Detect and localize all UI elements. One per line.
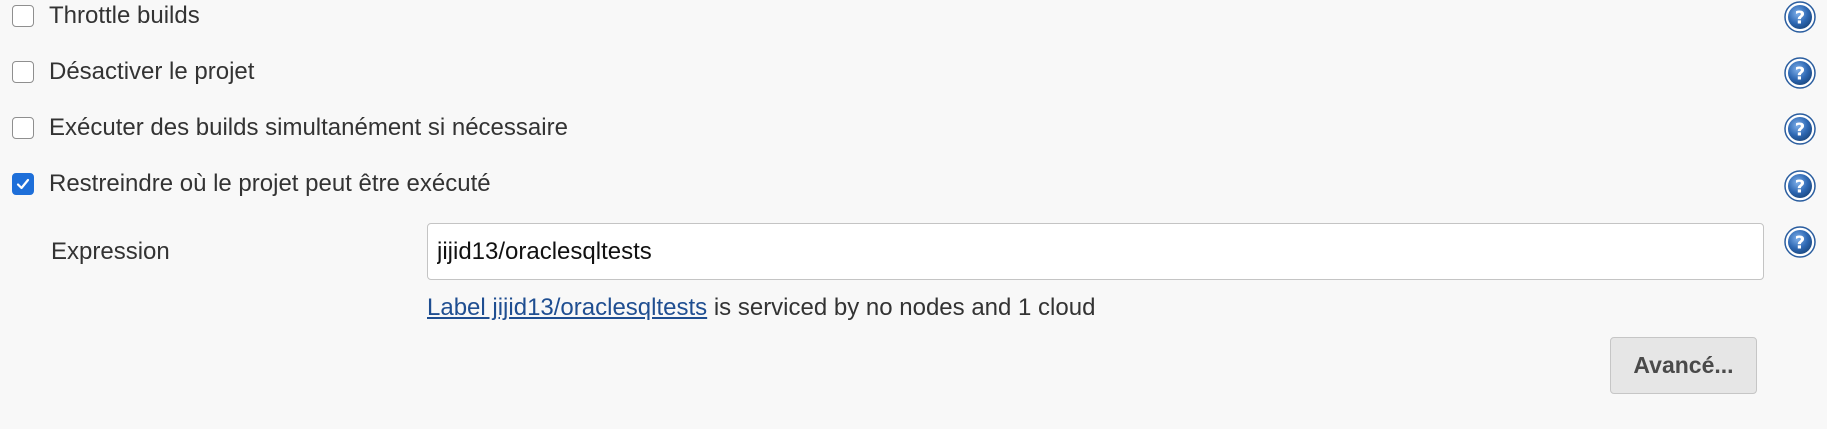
disable-project-label[interactable]: Désactiver le projet (49, 56, 254, 88)
advanced-button[interactable]: Avancé... (1610, 337, 1757, 394)
option-concurrent-builds: Exécuter des builds simultanément si néc… (0, 112, 1827, 152)
svg-text:?: ? (1795, 64, 1805, 85)
restrict-execution-checkbox[interactable] (12, 173, 34, 195)
label-link[interactable]: Label jijid13/oraclesqltests (427, 294, 707, 321)
throttle-builds-label[interactable]: Throttle builds (49, 0, 200, 32)
svg-text:?: ? (1795, 8, 1805, 29)
help-icon[interactable]: ? (1784, 57, 1816, 89)
option-disable-project: Désactiver le projet (0, 56, 1827, 96)
svg-text:?: ? (1795, 233, 1805, 254)
help-icon[interactable]: ? (1784, 226, 1816, 258)
disable-project-checkbox[interactable] (12, 61, 34, 83)
restrict-execution-label[interactable]: Restreindre où le projet peut être exécu… (49, 168, 491, 200)
throttle-builds-checkbox[interactable] (12, 5, 34, 27)
option-restrict-execution: Restreindre où le projet peut être exécu… (0, 168, 1827, 208)
svg-text:?: ? (1795, 120, 1805, 141)
help-icon[interactable]: ? (1784, 113, 1816, 145)
help-icon[interactable]: ? (1784, 170, 1816, 202)
label-status-message: Label jijid13/oraclesqltests is serviced… (427, 292, 1095, 324)
svg-text:?: ? (1795, 177, 1805, 198)
expression-input[interactable] (427, 223, 1764, 280)
expression-label: Expression (51, 238, 170, 265)
check-icon (16, 178, 30, 190)
concurrent-builds-label[interactable]: Exécuter des builds simultanément si néc… (49, 112, 568, 144)
help-icon[interactable]: ? (1784, 1, 1816, 33)
concurrent-builds-checkbox[interactable] (12, 117, 34, 139)
label-status-text: is serviced by no nodes and 1 cloud (707, 294, 1096, 321)
option-throttle-builds: Throttle builds (0, 0, 1827, 40)
